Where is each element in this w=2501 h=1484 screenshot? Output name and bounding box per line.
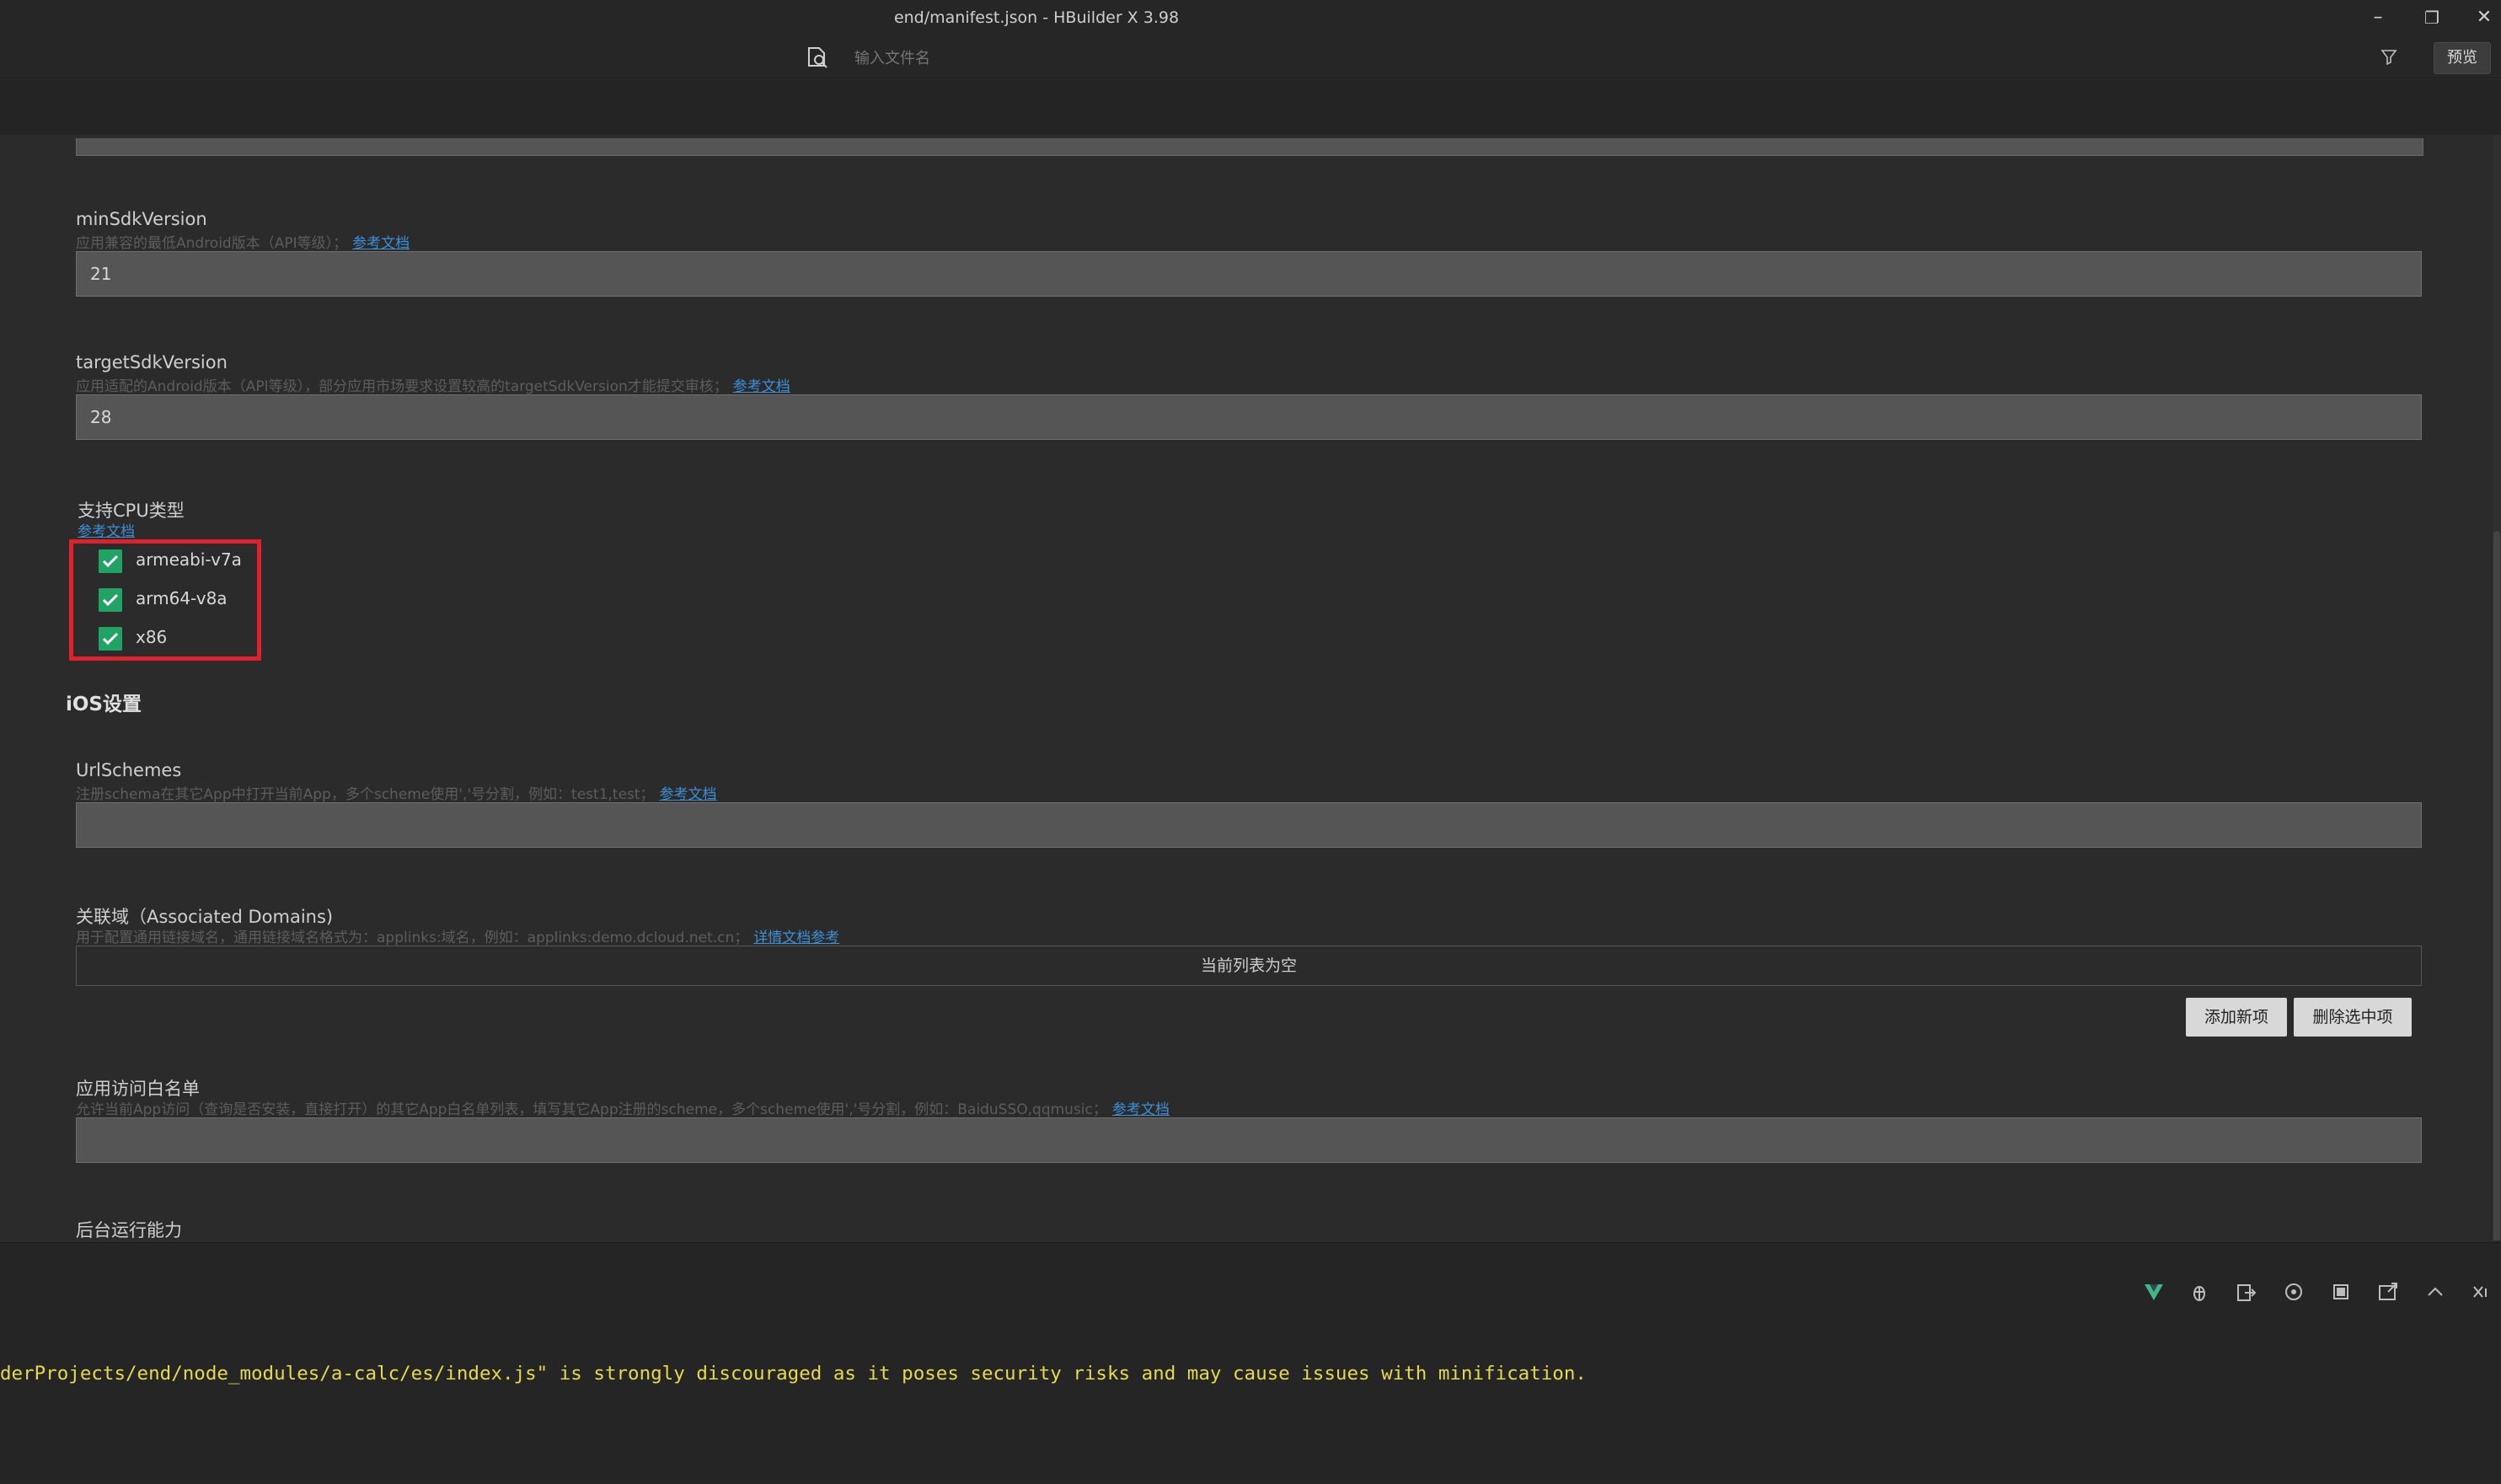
- url-schemes-input[interactable]: [76, 802, 2422, 848]
- file-search-input[interactable]: [853, 46, 1615, 71]
- export-icon[interactable]: [2235, 1280, 2258, 1304]
- close-panel-icon[interactable]: [2469, 1280, 2493, 1304]
- title-bar: end/manifest.json - HBuilder X 3.98 – ❐ …: [0, 0, 2501, 78]
- previous-field-input[interactable]: [76, 138, 2423, 156]
- minimize-icon[interactable]: –: [2361, 5, 2395, 30]
- associated-domains-list[interactable]: 当前列表为空: [76, 946, 2422, 986]
- cpu-option-label: armeabi-v7a: [136, 549, 242, 570]
- min-sdk-doc-link[interactable]: 参考文档: [352, 235, 410, 252]
- preview-button[interactable]: 预览: [2434, 42, 2491, 74]
- checkbox-checked-icon[interactable]: [99, 627, 122, 651]
- console-panel: derProjects/end/node_modules/a-calc/es/i…: [0, 1242, 2501, 1484]
- ios-section-title: iOS设置: [66, 694, 142, 715]
- delete-selected-button[interactable]: 删除选中项: [2294, 998, 2412, 1037]
- editor-toolbar: [0, 79, 2501, 135]
- filter-icon[interactable]: [2380, 47, 2398, 66]
- file-search-icon[interactable]: [806, 46, 829, 69]
- checkbox-checked-icon[interactable]: [99, 588, 122, 612]
- cpu-type-doc-link[interactable]: 参考文档: [78, 519, 135, 540]
- target-sdk-input[interactable]: 28: [76, 394, 2422, 440]
- target-sdk-label: targetSdkVersion: [76, 352, 228, 372]
- min-sdk-input[interactable]: 21: [76, 251, 2422, 297]
- vue-icon[interactable]: [2142, 1280, 2166, 1304]
- scrollbar-thumb[interactable]: [2493, 531, 2500, 1240]
- open-external-icon[interactable]: [2376, 1280, 2400, 1304]
- target-sdk-doc-link[interactable]: 参考文档: [733, 378, 790, 395]
- whitelist-desc: 允许当前App访问（查询是否安装，直接打开）的其它App白名单列表，填写其它Ap…: [76, 1101, 1170, 1118]
- target-sdk-desc: 应用适配的Android版本（API等级），部分应用市场要求设置较高的targe…: [76, 378, 790, 395]
- background-mode-label: 后台运行能力: [76, 1220, 182, 1240]
- vertical-scrollbar[interactable]: [2493, 135, 2501, 1240]
- cpu-option-label: arm64-v8a: [136, 588, 228, 608]
- cpu-option-label: x86: [136, 627, 168, 647]
- window-title: end/manifest.json - HBuilder X 3.98: [893, 8, 1180, 27]
- manifest-editor: minSdkVersion 应用兼容的最低Android版本（API等级）； 参考…: [0, 135, 2501, 1240]
- bug-icon[interactable]: [2188, 1280, 2211, 1304]
- whitelist-input[interactable]: [76, 1117, 2422, 1163]
- min-sdk-desc: 应用兼容的最低Android版本（API等级）； 参考文档: [76, 235, 410, 252]
- cpu-options-highlight: armeabi-v7a arm64-v8a x86: [69, 539, 261, 661]
- console-output-line: derProjects/end/node_modules/a-calc/es/i…: [0, 1363, 1587, 1385]
- restore-icon[interactable]: ❐: [2415, 5, 2449, 30]
- url-schemes-desc: 注册schema在其它App中打开当前App，多个scheme使用','号分割，…: [76, 786, 717, 803]
- url-schemes-label: UrlSchemes: [76, 760, 182, 780]
- associated-domains-desc: 用于配置通用链接域名，通用链接域名格式为：applinks:域名，例如：appl…: [76, 930, 840, 946]
- whitelist-doc-link[interactable]: 参考文档: [1112, 1101, 1170, 1118]
- close-icon[interactable]: ✕: [2467, 5, 2501, 30]
- checkbox-checked-icon[interactable]: [99, 549, 122, 573]
- chevron-up-icon[interactable]: [2423, 1280, 2447, 1304]
- url-schemes-doc-link[interactable]: 参考文档: [660, 786, 717, 803]
- add-item-button[interactable]: 添加新项: [2186, 998, 2287, 1037]
- reload-icon[interactable]: [2282, 1280, 2306, 1304]
- associated-domains-doc-link[interactable]: 详情文档参考: [753, 930, 839, 946]
- file-search-bar: [792, 39, 1761, 76]
- min-sdk-label: minSdkVersion: [76, 209, 207, 229]
- stop-icon[interactable]: [2329, 1280, 2353, 1304]
